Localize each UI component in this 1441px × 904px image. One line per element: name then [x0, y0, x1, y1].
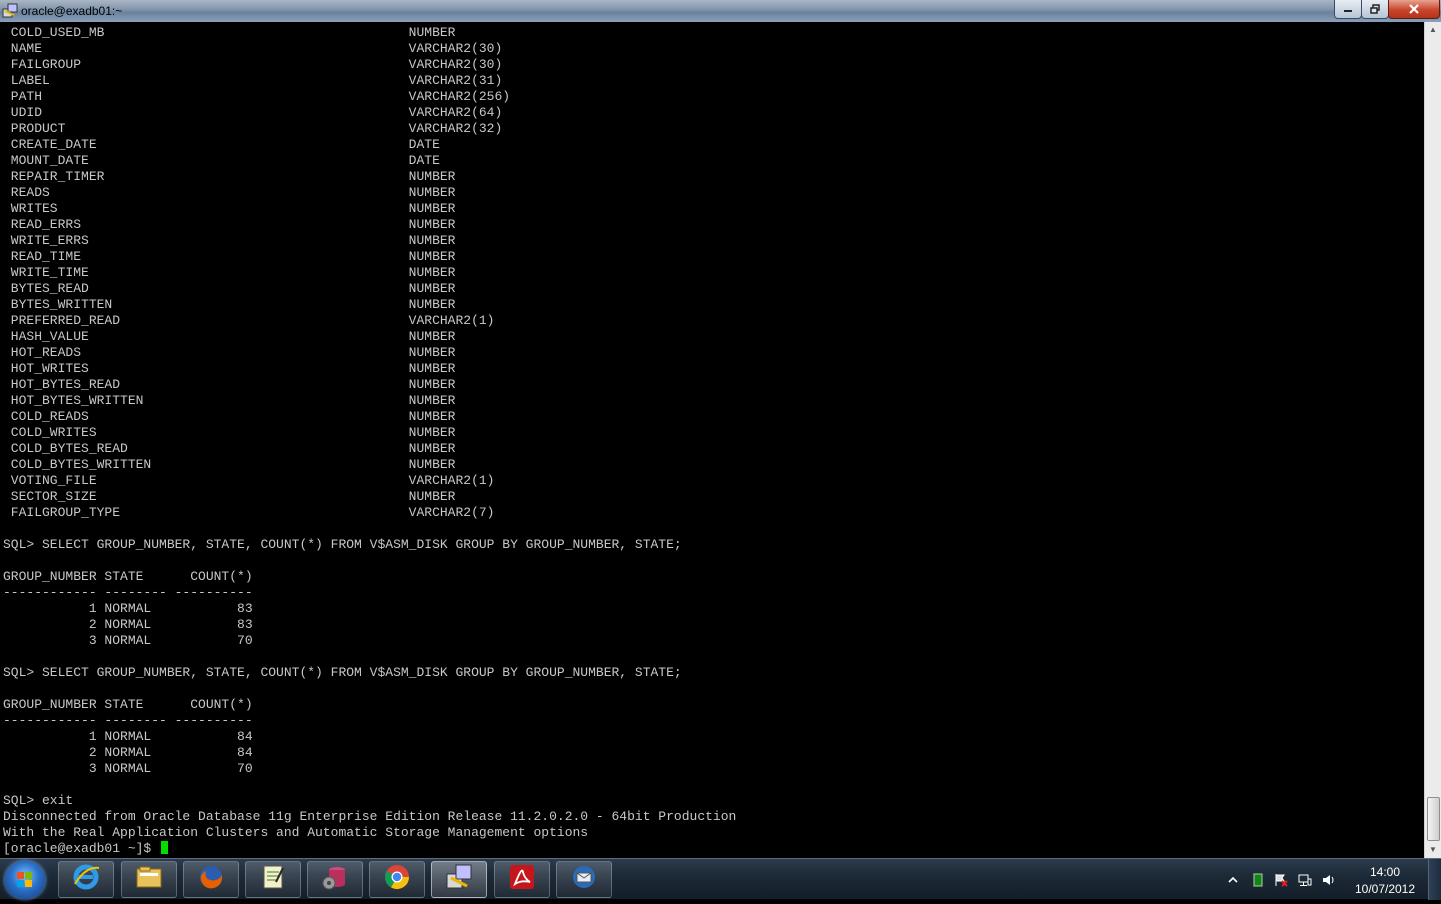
- battery-icon[interactable]: [1251, 873, 1265, 887]
- terminal-line: READ_ERRS NUMBER: [3, 217, 456, 232]
- acrobat-icon: [507, 862, 537, 897]
- terminal-line: Disconnected from Oracle Database 11g En…: [3, 809, 737, 824]
- terminal-line: HOT_BYTES_WRITTEN NUMBER: [3, 393, 456, 408]
- taskbar-button-thunderbird[interactable]: [556, 861, 612, 898]
- terminal-line: VOTING_FILE VARCHAR2(1): [3, 473, 495, 488]
- terminal-line: SECTOR_SIZE NUMBER: [3, 489, 456, 504]
- terminal-line: 2 NORMAL 84: [3, 745, 253, 760]
- terminal-line: With the Real Application Clusters and A…: [3, 825, 589, 840]
- terminal-line: REPAIR_TIMER NUMBER: [3, 169, 456, 184]
- terminal-line: WRITE_TIME NUMBER: [3, 265, 456, 280]
- terminal-line: GROUP_NUMBER STATE COUNT(*): [3, 697, 253, 712]
- file-explorer-icon: [134, 862, 164, 897]
- database-tool-icon: [320, 862, 350, 897]
- close-button[interactable]: [1388, 0, 1440, 19]
- network-icon[interactable]: [1298, 873, 1312, 887]
- scroll-down-arrow-icon[interactable]: ▼: [1425, 842, 1441, 858]
- terminal-line: LABEL VARCHAR2(31): [3, 73, 503, 88]
- close-icon: [1409, 4, 1419, 14]
- taskbar-button-database-tool[interactable]: [307, 861, 363, 898]
- internet-explorer-icon: [71, 862, 101, 897]
- terminal-line: COLD_WRITES NUMBER: [3, 425, 456, 440]
- prompt-line: [oracle@exadb01 ~]$: [3, 841, 1424, 857]
- start-button[interactable]: [5, 861, 45, 899]
- terminal-line: COLD_BYTES_WRITTEN NUMBER: [3, 457, 456, 472]
- terminal-line: SQL> SELECT GROUP_NUMBER, STATE, COUNT(*…: [3, 665, 682, 680]
- terminal-line: 3 NORMAL 70: [3, 761, 253, 776]
- taskbar: 14:00 10/07/2012: [0, 858, 1441, 900]
- terminal-line: FAILGROUP_TYPE VARCHAR2(7): [3, 505, 495, 520]
- taskbar-button-putty[interactable]: [431, 861, 487, 898]
- windows-logo-icon: [17, 872, 32, 887]
- shell-prompt: [oracle@exadb01 ~]$: [3, 841, 160, 856]
- terminal-line: COLD_USED_MB NUMBER: [3, 25, 456, 40]
- taskbar-button-internet-explorer[interactable]: [58, 861, 114, 898]
- terminal-line: PATH VARCHAR2(256): [3, 89, 511, 104]
- terminal-line: 1 NORMAL 84: [3, 729, 253, 744]
- terminal-line: HOT_BYTES_READ NUMBER: [3, 377, 456, 392]
- terminal-scrollbar[interactable]: ▲ ▼: [1424, 22, 1441, 858]
- terminal-line: 3 NORMAL 70: [3, 633, 253, 648]
- terminal-line: 2 NORMAL 83: [3, 617, 253, 632]
- taskbar-button-file-explorer[interactable]: [121, 861, 177, 898]
- window-title: oracle@exadb01:~: [21, 4, 123, 18]
- show-hidden-icons-icon[interactable]: [1226, 873, 1240, 887]
- chrome-icon: [382, 862, 412, 897]
- firefox-icon: [196, 862, 226, 897]
- scrollbar-thumb[interactable]: [1427, 797, 1440, 841]
- terminal-output[interactable]: COLD_USED_MB NUMBER NAME VARCHAR2(30) FA…: [0, 22, 1424, 858]
- terminal-line: ------------ -------- ----------: [3, 713, 253, 728]
- title-bar[interactable]: oracle@exadb01:~: [0, 0, 1441, 22]
- terminal-line: HOT_WRITES NUMBER: [3, 361, 456, 376]
- clock-date[interactable]: 10/07/2012: [1350, 882, 1420, 896]
- terminal-line: SQL> SELECT GROUP_NUMBER, STATE, COUNT(*…: [3, 537, 682, 552]
- terminal-line: FAILGROUP VARCHAR2(30): [3, 57, 503, 72]
- terminal-line: READ_TIME NUMBER: [3, 249, 456, 264]
- terminal-line: GROUP_NUMBER STATE COUNT(*): [3, 569, 253, 584]
- terminal-line: UDID VARCHAR2(64): [3, 105, 503, 120]
- terminal-line: NAME VARCHAR2(30): [3, 41, 503, 56]
- terminal-line: MOUNT_DATE DATE: [3, 153, 440, 168]
- terminal-line: COLD_BYTES_READ NUMBER: [3, 441, 456, 456]
- minimize-icon: [1344, 10, 1352, 12]
- volume-icon[interactable]: [1322, 873, 1336, 887]
- thunderbird-icon: [569, 862, 599, 897]
- maximize-button[interactable]: [1361, 0, 1389, 19]
- terminal-line: BYTES_READ NUMBER: [3, 281, 456, 296]
- taskbar-button-chrome[interactable]: [369, 861, 425, 898]
- clock-time[interactable]: 14:00: [1355, 865, 1415, 879]
- taskbar-button-acrobat[interactable]: [494, 861, 550, 898]
- scroll-up-arrow-icon[interactable]: ▲: [1425, 22, 1441, 38]
- terminal-line: HOT_READS NUMBER: [3, 345, 456, 360]
- terminal-line: ------------ -------- ----------: [3, 585, 253, 600]
- notepad-icon: [258, 862, 288, 897]
- terminal-line: SQL> exit: [3, 793, 74, 808]
- terminal-line: WRITES NUMBER: [3, 201, 456, 216]
- show-desktop-button[interactable]: [1428, 859, 1441, 900]
- terminal-line: WRITE_ERRS NUMBER: [3, 233, 456, 248]
- taskbar-button-notepad[interactable]: [245, 861, 301, 898]
- terminal-line: 1 NORMAL 83: [3, 601, 253, 616]
- minimize-button[interactable]: [1334, 0, 1362, 19]
- terminal-line: COLD_READS NUMBER: [3, 409, 456, 424]
- terminal-line: HASH_VALUE NUMBER: [3, 329, 456, 344]
- text-cursor: [161, 841, 169, 854]
- terminal-line: BYTES_WRITTEN NUMBER: [3, 297, 456, 312]
- terminal-text: COLD_USED_MB NUMBER NAME VARCHAR2(30) FA…: [0, 22, 1424, 857]
- terminal-line: READS NUMBER: [3, 185, 456, 200]
- putty-icon: [444, 862, 474, 897]
- terminal-line: CREATE_DATE DATE: [3, 137, 440, 152]
- action-center-flag-icon[interactable]: [1274, 873, 1288, 887]
- putty-app-icon[interactable]: [2, 3, 18, 19]
- terminal-line: PREFERRED_READ VARCHAR2(1): [3, 313, 495, 328]
- terminal-line: PRODUCT VARCHAR2(32): [3, 121, 503, 136]
- restore-icon: [1370, 4, 1380, 14]
- taskbar-button-firefox[interactable]: [183, 861, 239, 898]
